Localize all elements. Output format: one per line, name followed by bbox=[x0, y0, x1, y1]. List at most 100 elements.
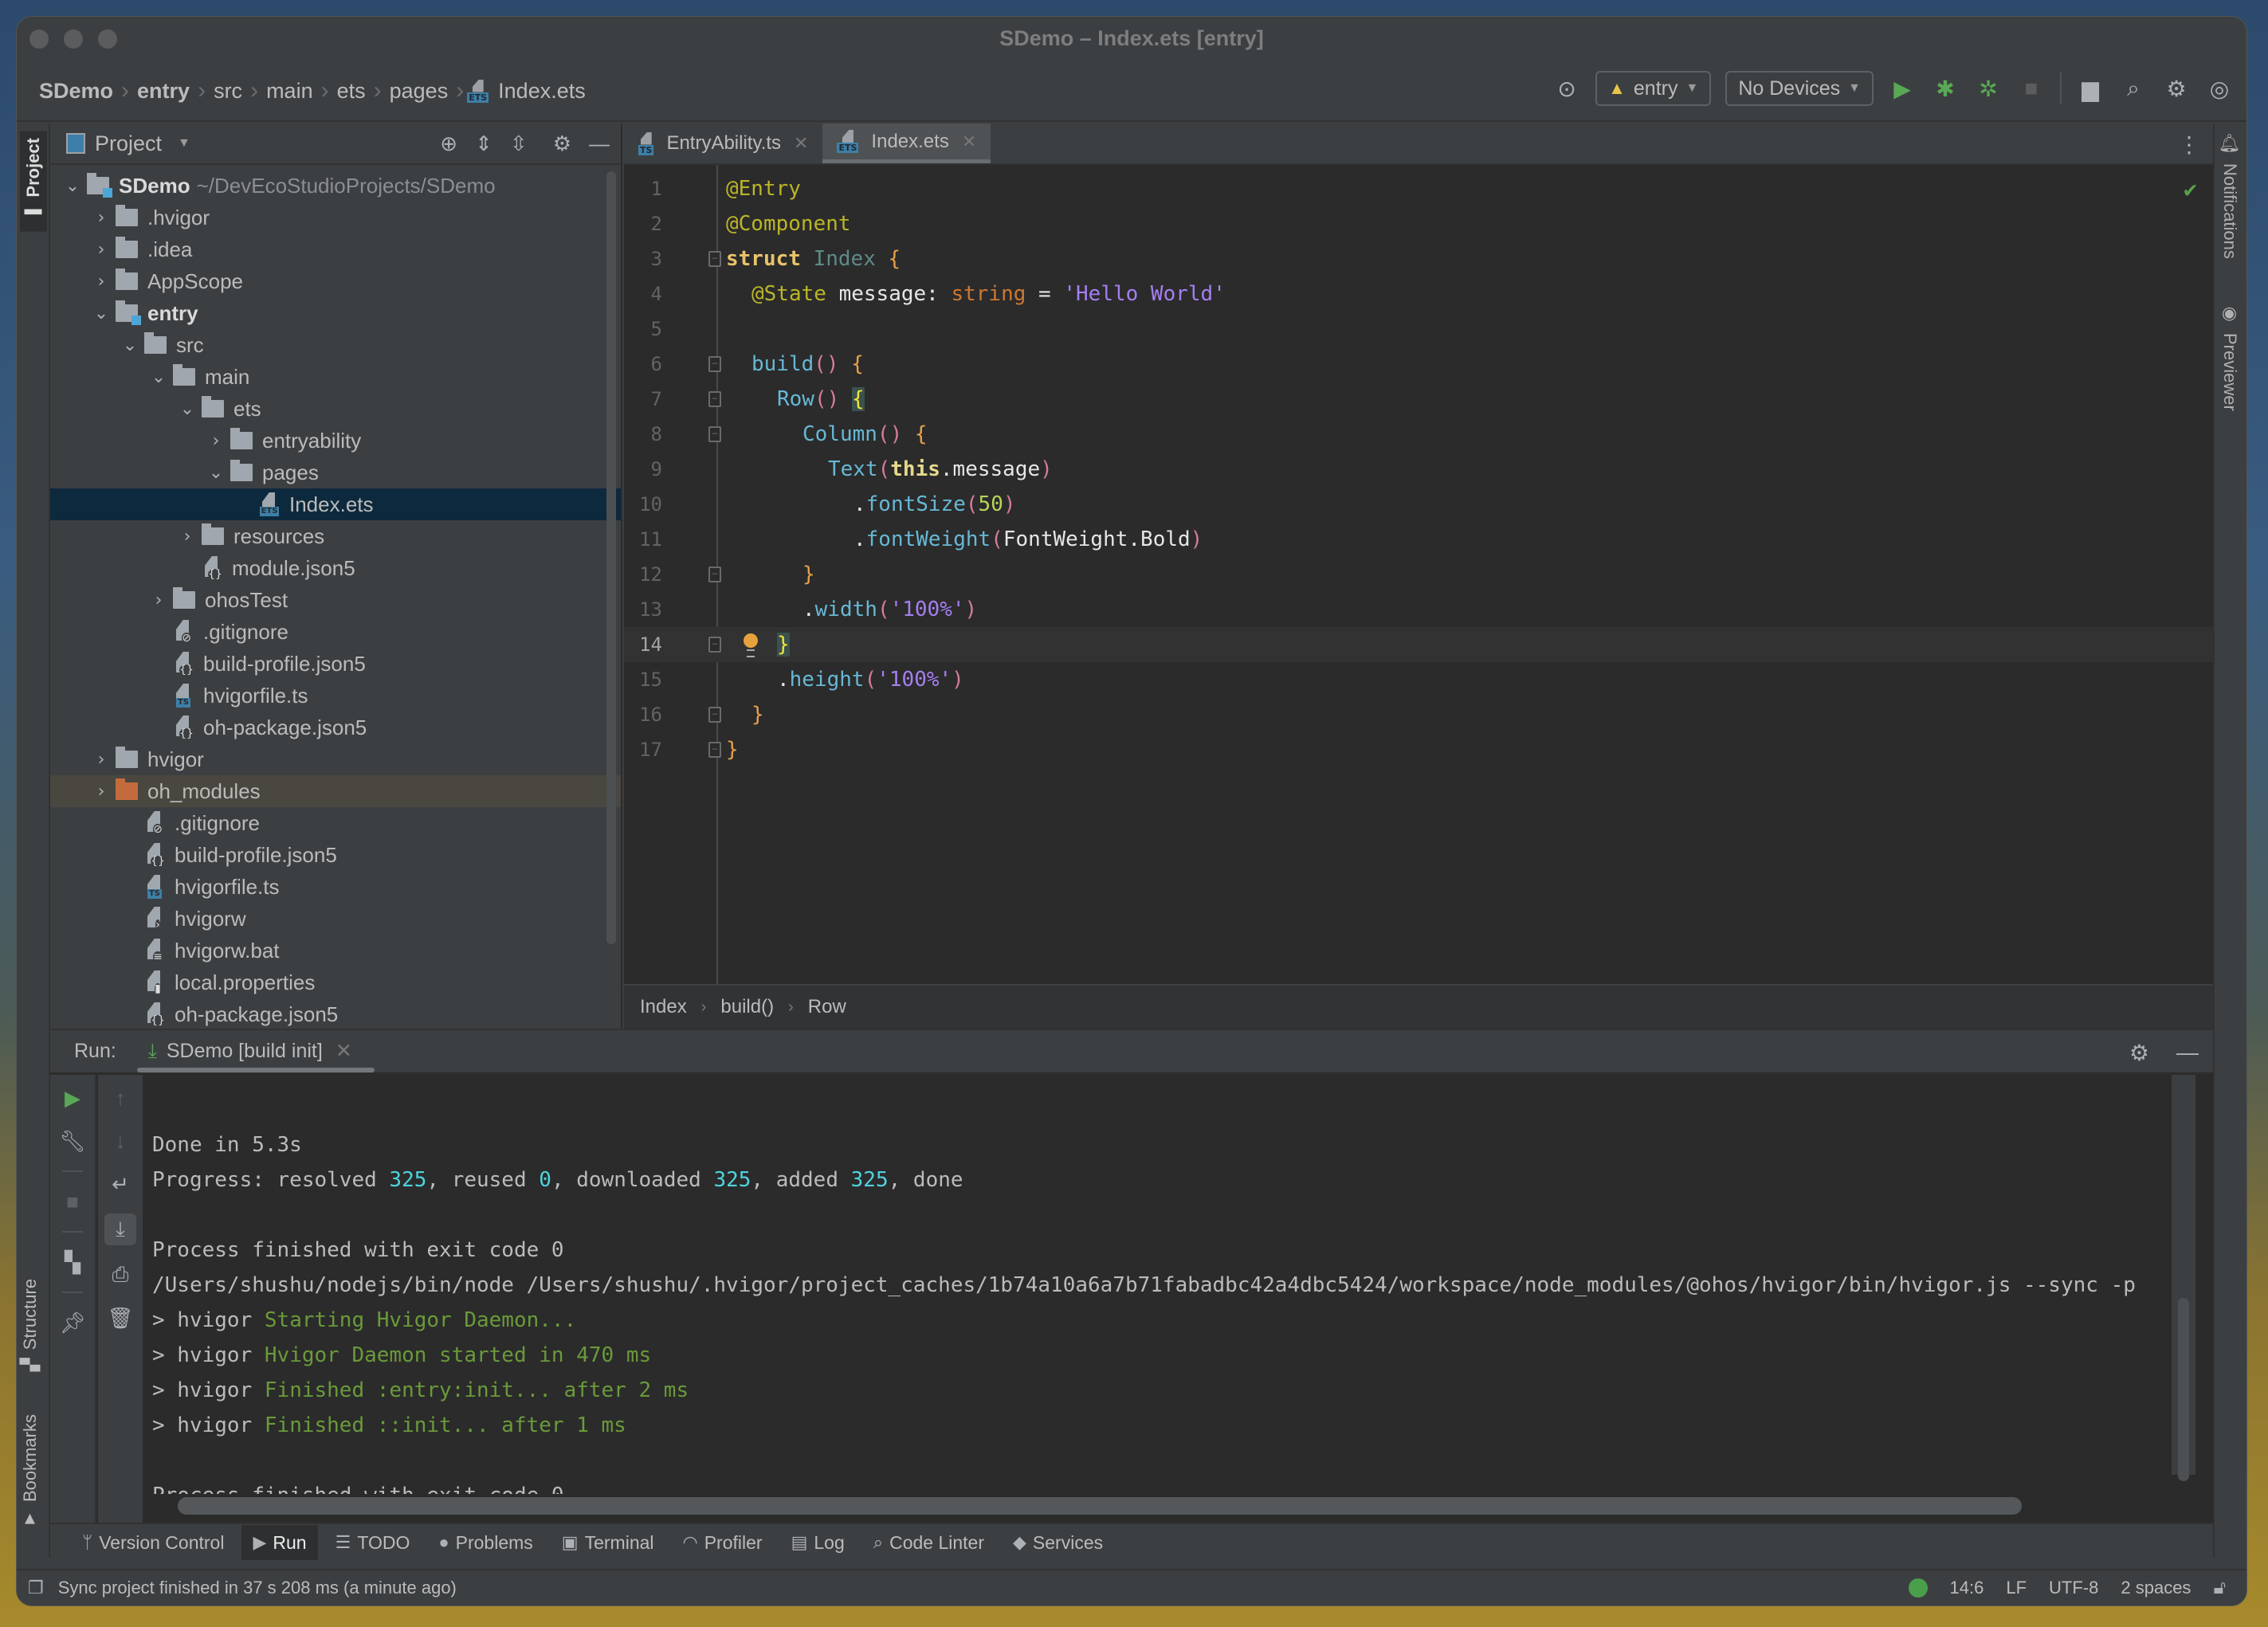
code-line[interactable]: 15 .height('100%') bbox=[624, 662, 2215, 697]
tool-window-button[interactable]: ● Problems bbox=[427, 1525, 543, 1560]
project-view-select[interactable]: Project ▼ bbox=[66, 131, 190, 156]
line-separator[interactable]: LF bbox=[2006, 1578, 2027, 1598]
fold-end-icon[interactable]: − bbox=[708, 567, 721, 582]
collapse-all-icon[interactable]: ⇳ bbox=[510, 131, 528, 156]
chevron-right-icon[interactable]: › bbox=[144, 590, 173, 610]
locate-icon[interactable]: ⊙ bbox=[1552, 74, 1581, 103]
project-structure-icon[interactable]: ▆ bbox=[2076, 74, 2105, 103]
more-options-icon[interactable]: ⋮ bbox=[2178, 131, 2200, 158]
tree-item[interactable]: › hvigor bbox=[50, 743, 621, 775]
line-number[interactable]: 4 bbox=[630, 283, 662, 305]
attach-debugger-icon[interactable]: ✲ bbox=[1974, 74, 2003, 103]
tree-item[interactable]: › oh_modules bbox=[50, 775, 621, 807]
tool-tab-bookmarks[interactable]: ▼ Bookmarks bbox=[20, 1414, 41, 1530]
tree-item[interactable]: ETS Index.ets bbox=[50, 488, 621, 520]
tool-tab-project[interactable]: ▬ Project bbox=[20, 131, 47, 232]
tool-window-button[interactable]: ☰ TODO bbox=[324, 1525, 422, 1560]
fold-icon[interactable]: − bbox=[708, 356, 721, 372]
layout-icon[interactable]: ▚ bbox=[57, 1249, 88, 1276]
soft-wrap-icon[interactable]: ↵ bbox=[104, 1170, 136, 1198]
tool-tab-previewer[interactable]: ◉ Previewer bbox=[2219, 304, 2240, 411]
settings-icon[interactable]: ⚙ bbox=[553, 131, 571, 156]
editor-tab-active[interactable]: ETS Index.ets ✕ bbox=[822, 123, 991, 163]
line-number[interactable]: 13 bbox=[630, 598, 662, 621]
line-number[interactable]: 6 bbox=[630, 353, 662, 375]
breadcrumb-item[interactable]: SDemo bbox=[34, 79, 118, 104]
code-line[interactable]: 11 .fontWeight(FontWeight.Bold) bbox=[624, 522, 2215, 557]
code-line[interactable]: 14 −} bbox=[624, 627, 2215, 662]
code-line[interactable]: 10 .fontSize(50) bbox=[624, 487, 2215, 522]
tool-window-button[interactable]: ◆ Services bbox=[1002, 1525, 1114, 1560]
select-opened-file-icon[interactable]: ⊕ bbox=[440, 131, 457, 156]
unlock-icon[interactable]: 🔓︎ bbox=[2213, 1577, 2226, 1599]
close-tab-icon[interactable]: ✕ bbox=[794, 133, 808, 154]
breadcrumb-item[interactable]: entry bbox=[132, 79, 194, 104]
breadcrumb-item[interactable]: main bbox=[261, 79, 318, 104]
tree-item[interactable]: TS hvigorfile.ts bbox=[50, 680, 621, 712]
code-line[interactable]: 1 @Entry bbox=[624, 171, 2215, 206]
line-number[interactable]: 1 bbox=[630, 178, 662, 200]
indent-setting[interactable]: 2 spaces bbox=[2121, 1578, 2191, 1598]
expand-all-icon[interactable]: ⇕ bbox=[475, 131, 492, 156]
chevron-right-icon[interactable]: › bbox=[87, 208, 116, 228]
no-problems-check-icon[interactable]: ✔ bbox=[2184, 176, 2197, 202]
tool-window-button[interactable]: ᛘ Version Control bbox=[71, 1525, 235, 1560]
tree-item[interactable]: {} build-profile.json5 bbox=[50, 839, 621, 871]
chevron-right-icon[interactable]: › bbox=[87, 240, 116, 260]
tree-item[interactable]: › entryability bbox=[50, 425, 621, 457]
hide-icon[interactable]: — bbox=[589, 131, 610, 156]
tree-item[interactable]: ≡ hvigorw.bat bbox=[50, 935, 621, 966]
line-number[interactable]: 11 bbox=[630, 528, 662, 551]
code-line[interactable]: 13 .width('100%') bbox=[624, 592, 2215, 627]
breadcrumb-item[interactable]: ets bbox=[332, 79, 371, 104]
line-number[interactable]: 8 bbox=[630, 423, 662, 445]
code-line[interactable]: 17 −} bbox=[624, 732, 2215, 767]
console-vertical-scrollbar[interactable] bbox=[2172, 1075, 2195, 1481]
close-tab-icon[interactable]: ✕ bbox=[962, 131, 976, 152]
fold-icon[interactable]: − bbox=[708, 391, 721, 407]
line-number[interactable]: 15 bbox=[630, 668, 662, 691]
tree-item[interactable]: ⌄ main bbox=[50, 361, 621, 393]
line-number[interactable]: 9 bbox=[630, 458, 662, 480]
fold-icon[interactable]: − bbox=[708, 426, 721, 442]
lightbulb-icon[interactable] bbox=[742, 633, 759, 657]
tree-item[interactable]: ⊘ .gitignore bbox=[50, 807, 621, 839]
caret-position[interactable]: 14:6 bbox=[1950, 1578, 1984, 1598]
tool-window-button[interactable]: ▣ Terminal bbox=[551, 1525, 665, 1560]
arrow-up-icon[interactable]: ↑ bbox=[104, 1084, 136, 1111]
settings-icon[interactable]: ⚙ bbox=[2162, 74, 2191, 103]
breadcrumb-item[interactable]: pages bbox=[385, 79, 453, 104]
tree-item[interactable]: ▮ local.properties bbox=[50, 966, 621, 998]
line-number[interactable]: 2 bbox=[630, 213, 662, 235]
tree-item[interactable]: ⊘ .gitignore bbox=[50, 616, 621, 648]
tree-item[interactable]: › .idea bbox=[50, 233, 621, 265]
chevron-right-icon[interactable]: › bbox=[87, 750, 116, 770]
code-line[interactable]: 5 bbox=[624, 312, 2215, 347]
line-number[interactable]: 16 bbox=[630, 704, 662, 726]
chevron-right-icon[interactable]: › bbox=[87, 782, 116, 802]
chevron-down-icon[interactable]: ⌄ bbox=[58, 176, 87, 196]
tool-tab-structure[interactable]: ▞ Structure bbox=[20, 1279, 41, 1371]
stop-icon[interactable]: ■ bbox=[57, 1188, 88, 1215]
line-number[interactable]: 5 bbox=[630, 318, 662, 340]
trash-icon[interactable]: 🗑︎ bbox=[104, 1304, 136, 1331]
status-message[interactable]: Sync project finished in 37 s 208 ms (a … bbox=[58, 1578, 457, 1598]
line-number[interactable]: 12 bbox=[630, 563, 662, 586]
search-icon[interactable]: ⌕ bbox=[2119, 74, 2148, 103]
fold-icon[interactable]: − bbox=[708, 251, 721, 267]
console-horizontal-scrollbar[interactable] bbox=[178, 1497, 2022, 1515]
code-line[interactable]: 9 Text(this.message) bbox=[624, 452, 2215, 487]
print-icon[interactable]: ⎙ bbox=[104, 1261, 136, 1288]
editor-breadcrumb-item[interactable]: Index bbox=[640, 996, 687, 1018]
tree-item[interactable]: {} oh-package.json5 bbox=[50, 712, 621, 743]
device-select[interactable]: No Devices ▼ bbox=[1725, 71, 1874, 106]
line-number[interactable]: 17 bbox=[630, 739, 662, 761]
scroll-to-end-icon[interactable]: ⤓ bbox=[104, 1213, 136, 1245]
breadcrumb-item[interactable]: Index.ets bbox=[493, 79, 591, 104]
tree-item[interactable]: › resources bbox=[50, 520, 621, 552]
line-number[interactable]: 14 bbox=[630, 633, 662, 656]
breadcrumb-item[interactable]: src bbox=[209, 79, 247, 104]
account-icon[interactable]: ◎ bbox=[2205, 74, 2234, 103]
code-line[interactable]: 7 − Row() { bbox=[624, 382, 2215, 417]
arrow-down-icon[interactable]: ↓ bbox=[104, 1127, 136, 1155]
